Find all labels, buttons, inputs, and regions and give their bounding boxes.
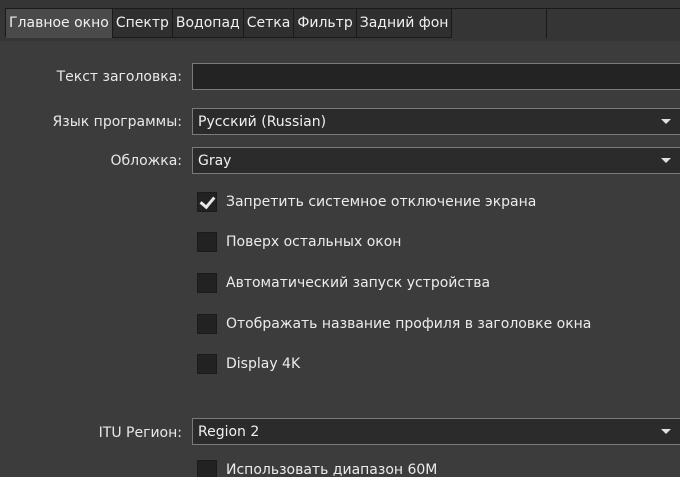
checkbox-display-4k[interactable]: Display 4K xyxy=(197,354,300,374)
tab-bar: Главное окно Спектр Водопад Сетка Фильтр… xyxy=(0,0,680,41)
tab-background[interactable]: Задний фон xyxy=(355,8,453,38)
language-select[interactable]: Русский (Russian) xyxy=(192,108,680,135)
itu-region-select-value: Region 2 xyxy=(198,423,260,440)
tab-waterfall[interactable]: Водопад xyxy=(171,8,243,38)
itu-region-select[interactable]: Region 2 xyxy=(192,418,680,445)
chevron-down-icon xyxy=(661,119,671,124)
checkbox-unchecked-icon[interactable] xyxy=(197,314,217,334)
settings-panel: Главное окно Спектр Водопад Сетка Фильтр… xyxy=(0,0,680,477)
itu-region-label: ITU Регион: xyxy=(98,425,182,441)
tab-strip: Главное окно Спектр Водопад Сетка Фильтр… xyxy=(5,8,680,38)
title-text-input[interactable] xyxy=(192,63,680,90)
tab-bar-spacer xyxy=(452,8,680,38)
checkbox-label: Отображать название профиля в заголовке … xyxy=(226,316,592,332)
checkbox-show-profile-name[interactable]: Отображать название профиля в заголовке … xyxy=(197,314,591,334)
chevron-down-icon xyxy=(661,429,671,434)
checkbox-label: Поверх остальных окон xyxy=(226,234,402,250)
tab-grid[interactable]: Сетка xyxy=(242,8,294,38)
checkbox-label: Автоматический запуск устройства xyxy=(226,275,491,291)
checkbox-label: Display 4K xyxy=(226,356,301,372)
language-label: Язык программы: xyxy=(52,114,182,130)
checkbox-unchecked-icon[interactable] xyxy=(197,354,217,374)
tab-divider xyxy=(546,9,548,38)
skin-label: Обложка: xyxy=(110,153,182,169)
skin-select[interactable]: Gray xyxy=(192,147,680,174)
checkbox-label: Запретить системное отключение экрана xyxy=(226,194,537,210)
title-text-label: Текст заголовка: xyxy=(56,69,182,85)
checkbox-prevent-screen-off[interactable]: Запретить системное отключение экрана xyxy=(197,192,536,212)
chevron-down-icon xyxy=(661,158,671,163)
tab-main-window[interactable]: Главное окно xyxy=(5,8,112,38)
skin-select-value: Gray xyxy=(198,152,232,169)
tab-filter[interactable]: Фильтр xyxy=(293,8,356,38)
checkbox-unchecked-icon[interactable] xyxy=(197,273,217,293)
checkbox-auto-start-device[interactable]: Автоматический запуск устройства xyxy=(197,273,490,293)
tab-spectrum[interactable]: Спектр xyxy=(111,8,172,38)
checkbox-label: Использовать диапазон 60М xyxy=(226,462,438,477)
checkbox-unchecked-icon[interactable] xyxy=(197,460,217,477)
checkbox-checked-icon[interactable] xyxy=(197,192,217,212)
checkbox-unchecked-icon[interactable] xyxy=(197,232,217,252)
checkbox-use-60m-band[interactable]: Использовать диапазон 60М xyxy=(197,460,437,477)
language-select-value: Русский (Russian) xyxy=(198,113,327,130)
checkbox-always-on-top[interactable]: Поверх остальных окон xyxy=(197,232,401,252)
